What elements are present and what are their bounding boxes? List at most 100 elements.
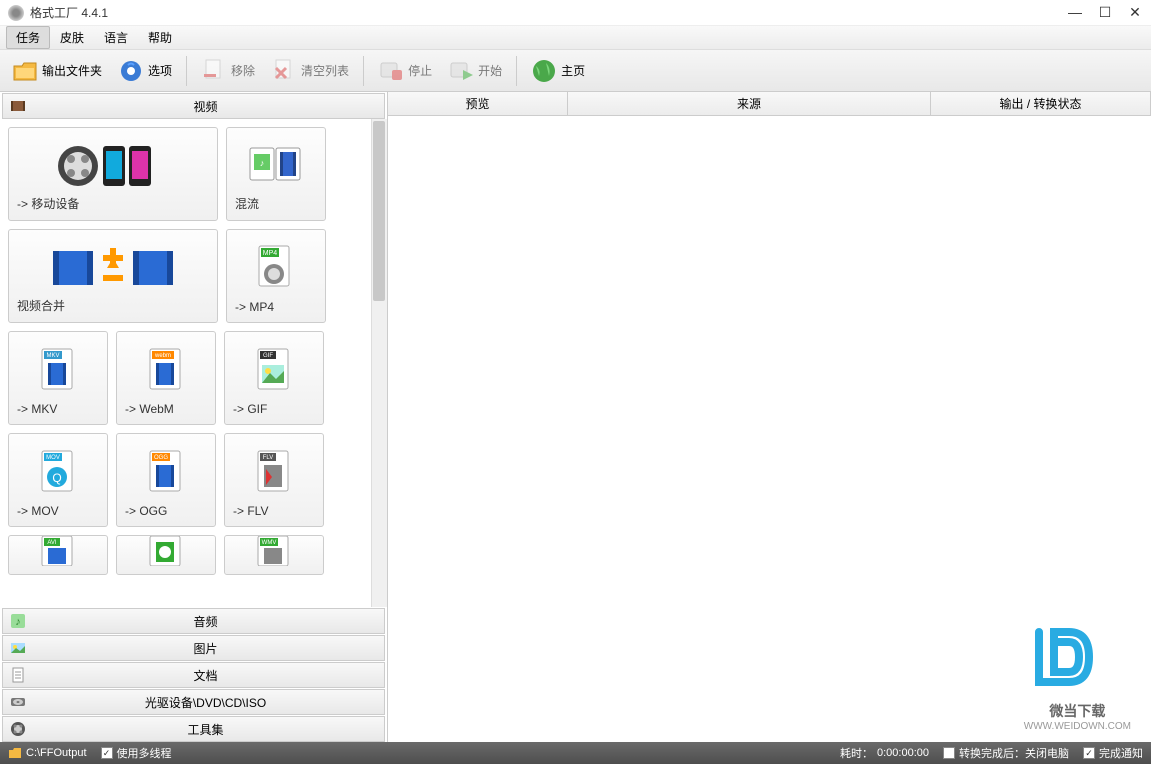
clear-label: 清空列表 [301, 62, 349, 79]
col-source[interactable]: 来源 [568, 92, 931, 115]
task-list: 微当下载 WWW.WEIDOWN.COM [388, 116, 1151, 742]
shutdown-label: 转换完成后：关闭电脑 [959, 745, 1069, 761]
options-button[interactable]: 选项 [112, 54, 178, 88]
svg-text:OGG: OGG [154, 455, 168, 461]
svg-text:MP4: MP4 [263, 250, 278, 257]
output-folder-button[interactable]: 输出文件夹 [6, 54, 108, 88]
checkbox-checked-icon: ✓ [101, 747, 113, 759]
status-notify[interactable]: ✓ 完成通知 [1083, 745, 1143, 761]
scrollbar[interactable] [371, 119, 387, 607]
mid-icon [125, 536, 207, 566]
tile-mp4-label: -> MP4 [235, 300, 317, 314]
menu-help[interactable]: 帮助 [138, 26, 182, 49]
checkbox-unchecked-icon [943, 747, 955, 759]
col-preview[interactable]: 预览 [388, 92, 568, 115]
clear-list-button[interactable]: 清空列表 [265, 54, 355, 88]
tile-mkv[interactable]: MKV -> MKV [8, 331, 108, 425]
category-video[interactable]: 视频 [2, 93, 385, 119]
col-output[interactable]: 输出 / 转换状态 [931, 92, 1151, 115]
start-label: 开始 [478, 62, 502, 79]
tile-mux-label: 混流 [235, 195, 317, 212]
tile-avi[interactable]: AVI [8, 535, 108, 575]
watermark-url: WWW.WEIDOWN.COM [1024, 721, 1131, 732]
tile-mid[interactable] [116, 535, 216, 575]
category-rom[interactable]: 光驱设备\DVD\CD\ISO [2, 689, 385, 715]
video-tiles: -> 移动设备 ♪ 混流 视频合并 M [0, 119, 387, 607]
close-button[interactable]: ✕ [1127, 4, 1143, 21]
svg-text:Q: Q [52, 471, 61, 485]
flv-icon: FLV [233, 442, 315, 504]
checkbox-checked-icon: ✓ [1083, 747, 1095, 759]
mobile-icon [17, 136, 209, 195]
menu-task[interactable]: 任务 [6, 26, 50, 49]
tile-gif[interactable]: GIF -> GIF [224, 331, 324, 425]
right-panel: 预览 来源 输出 / 转换状态 微当下载 WWW.WEIDOWN.COM [388, 92, 1151, 742]
stop-label: 停止 [408, 62, 432, 79]
globe-icon [531, 58, 557, 84]
menu-language[interactable]: 语言 [94, 26, 138, 49]
output-path-text: C:\FFOutput [26, 747, 87, 759]
status-output-path[interactable]: C:\FFOutput [8, 747, 87, 759]
image-icon [9, 639, 27, 657]
music-icon: ♪ [9, 612, 27, 630]
category-tools-label: 工具集 [33, 721, 378, 738]
tile-mkv-label: -> MKV [17, 402, 99, 416]
minimize-button[interactable]: — [1067, 4, 1083, 21]
watermark-logo [1024, 617, 1104, 697]
tile-mobile-label: -> 移动设备 [17, 195, 209, 212]
svg-text:MKV: MKV [46, 353, 59, 359]
webm-icon: webm [125, 340, 207, 402]
tile-videojoin[interactable]: 视频合并 [8, 229, 218, 323]
tile-ogg[interactable]: OGG -> OGG [116, 433, 216, 527]
status-shutdown[interactable]: 转换完成后：关闭电脑 [943, 745, 1069, 761]
tile-mp4[interactable]: MP4 -> MP4 [226, 229, 326, 323]
category-audio[interactable]: ♪ 音频 [2, 608, 385, 634]
tile-gif-label: -> GIF [233, 402, 315, 416]
wmv-icon: WMV [233, 536, 315, 566]
left-panel: 视频 -> 移动设备 ♪ 混流 [0, 92, 388, 742]
svg-text:FLV: FLV [263, 455, 274, 461]
options-label: 选项 [148, 62, 172, 79]
stop-icon [378, 58, 404, 84]
status-multithread[interactable]: ✓ 使用多线程 [101, 745, 172, 761]
app-icon [8, 5, 24, 21]
disc-icon [9, 693, 27, 711]
category-audio-label: 音频 [33, 613, 378, 630]
maximize-button[interactable]: ☐ [1097, 4, 1113, 21]
status-bar: C:\FFOutput ✓ 使用多线程 耗时： 0:00:00:00 转换完成后… [0, 742, 1151, 764]
watermark-title: 微当下载 [1024, 701, 1131, 721]
category-image-label: 图片 [33, 640, 378, 657]
elapsed-value: 0:00:00:00 [877, 747, 929, 759]
svg-text:WMV: WMV [262, 540, 277, 546]
category-image[interactable]: 图片 [2, 635, 385, 661]
svg-text:♪: ♪ [260, 158, 265, 168]
remove-button[interactable]: 移除 [195, 54, 261, 88]
folder-icon [12, 58, 38, 84]
tile-mobile[interactable]: -> 移动设备 [8, 127, 218, 221]
separator [516, 56, 517, 86]
avi-icon: AVI [17, 536, 99, 566]
play-icon [448, 58, 474, 84]
tile-webm-label: -> WebM [125, 402, 207, 416]
menu-skin[interactable]: 皮肤 [50, 26, 94, 49]
watermark: 微当下载 WWW.WEIDOWN.COM [1024, 617, 1131, 732]
tile-flv[interactable]: FLV -> FLV [224, 433, 324, 527]
category-rom-label: 光驱设备\DVD\CD\ISO [33, 694, 378, 711]
list-header: 预览 来源 输出 / 转换状态 [388, 92, 1151, 116]
window-title: 格式工厂 4.4.1 [30, 4, 1067, 21]
ogg-icon: OGG [125, 442, 207, 504]
stop-button[interactable]: 停止 [372, 54, 438, 88]
svg-text:webm: webm [154, 353, 171, 359]
gear-icon [118, 58, 144, 84]
tile-mov[interactable]: MOVQ -> MOV [8, 433, 108, 527]
category-video-label: 视频 [33, 98, 378, 115]
category-document[interactable]: 文档 [2, 662, 385, 688]
category-tools[interactable]: 工具集 [2, 716, 385, 742]
tile-webm[interactable]: webm -> WebM [116, 331, 216, 425]
tile-wmv[interactable]: WMV [224, 535, 324, 575]
home-button[interactable]: 主页 [525, 54, 591, 88]
tile-mux[interactable]: ♪ 混流 [226, 127, 326, 221]
start-button[interactable]: 开始 [442, 54, 508, 88]
notify-label: 完成通知 [1099, 745, 1143, 761]
scrollbar-thumb[interactable] [373, 121, 385, 301]
